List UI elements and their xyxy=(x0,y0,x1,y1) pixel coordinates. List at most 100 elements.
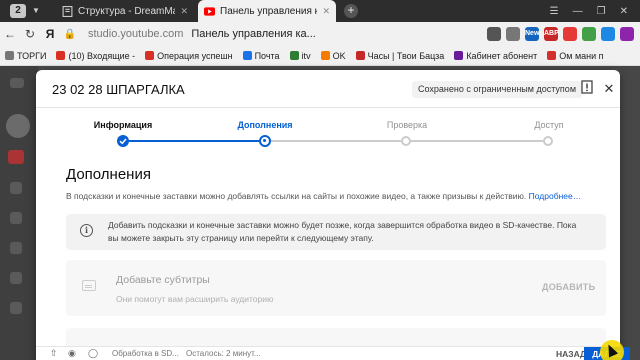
subtitles-card: Добавьте субтитры Они помогут вам расшир… xyxy=(66,260,606,316)
upload-stepper: Информация Дополнения Проверка Доступ xyxy=(36,108,620,150)
tab-title: Структура - DreamMatrix xyxy=(78,5,175,17)
bookmark-favicon-icon xyxy=(355,51,365,60)
tab-counter-badge[interactable]: 2 xyxy=(10,4,26,18)
back-button[interactable]: НАЗАД xyxy=(556,349,586,359)
bookmark-favicon-icon xyxy=(5,51,14,60)
document-icon xyxy=(62,5,73,17)
extension-icon[interactable]: ABP xyxy=(544,27,559,41)
add-subtitles-button[interactable]: ДОБАВИТЬ xyxy=(542,282,595,292)
browser-tab-studio[interactable]: Панель управления ка ✕ xyxy=(198,0,336,22)
bookmark-favicon-icon xyxy=(454,51,464,60)
bookmark-item[interactable]: OK xyxy=(316,51,351,61)
extension-icon[interactable] xyxy=(563,27,577,41)
bookmark-favicon-icon xyxy=(547,51,557,60)
bookmark-manager-icon[interactable]: ☰ xyxy=(550,6,559,17)
bookmark-favicon-icon xyxy=(320,51,330,60)
browser-tab-structure[interactable]: Структура - DreamMatrix ✕ xyxy=(56,0,194,22)
maximize-icon[interactable]: ❐ xyxy=(597,6,606,17)
step-label-extras[interactable]: Дополнения xyxy=(215,120,315,130)
step-line-done xyxy=(123,140,265,142)
bookmark-favicon-icon xyxy=(145,51,155,60)
bookmark-label: Кабинет абонент xyxy=(466,50,538,61)
step-done-check-icon[interactable] xyxy=(117,135,129,147)
lock-icon[interactable]: 🔒 xyxy=(60,29,80,40)
sidebar-item xyxy=(10,302,22,314)
step-label-info[interactable]: Информация xyxy=(73,120,173,130)
learn-more-link[interactable]: Подробнее… xyxy=(529,191,582,201)
dialog-title: 23 02 28 ШПАРГАЛКА xyxy=(52,82,185,97)
sidebar-item-dashboard xyxy=(8,150,24,164)
extensions-row: New ABP xyxy=(487,27,640,41)
extras-section: Дополнения В подсказки и конечные застав… xyxy=(66,166,606,201)
flag-icon xyxy=(581,80,593,94)
browser-tab-bar: 2 ▼ Структура - DreamMatrix ✕ Панель упр… xyxy=(0,0,640,22)
time-remaining: Осталось: 2 минут... xyxy=(186,349,261,358)
reload-icon[interactable]: ↻ xyxy=(20,27,40,41)
youtube-icon xyxy=(204,6,215,16)
back-arrow-icon[interactable]: ← xyxy=(0,27,20,41)
bookmark-item[interactable]: (10) Входящие - xyxy=(51,51,140,61)
bookmark-label: OK xyxy=(332,50,346,61)
bookmark-item[interactable]: Ом мани п xyxy=(542,51,608,61)
step-todo-dot[interactable] xyxy=(543,136,553,146)
bookmark-label: Ом мани п xyxy=(559,50,604,61)
subtitles-card-title: Добавьте субтитры xyxy=(116,274,210,286)
yandex-logo-icon[interactable]: Я xyxy=(40,27,60,41)
extension-icon[interactable] xyxy=(601,27,615,41)
sidebar-item xyxy=(10,212,22,224)
report-issue-icon[interactable] xyxy=(578,80,596,98)
close-dialog-icon[interactable]: ✕ xyxy=(600,80,618,98)
bookmark-item[interactable]: Почта xyxy=(238,51,285,61)
channel-avatar xyxy=(6,114,30,138)
extension-icon[interactable] xyxy=(620,27,634,41)
dialog-footer: ⇧ ◉ ◯ Обработка в SD... Осталось: 2 мину… xyxy=(36,346,630,360)
close-window-icon[interactable]: ✕ xyxy=(620,6,628,17)
url-page-title[interactable]: Панель управления ка... xyxy=(191,28,315,40)
new-tab-button[interactable]: + xyxy=(344,4,358,18)
subtitles-icon xyxy=(82,280,96,291)
bookmark-item[interactable]: Операция успешн xyxy=(140,51,237,61)
section-description-text: В подсказки и конечные заставки можно до… xyxy=(66,191,527,201)
section-title: Дополнения xyxy=(66,166,151,183)
extension-icon[interactable]: New xyxy=(525,27,539,41)
bookmark-item[interactable]: Часы | Твои Бацза xyxy=(351,51,450,61)
bookmark-label: Операция успешн xyxy=(157,50,233,61)
dialog-header: 23 02 28 ШПАРГАЛКА Сохранено с ограничен… xyxy=(36,70,620,108)
sidebar-menu-icon xyxy=(10,78,24,88)
sidebar-item xyxy=(10,272,22,284)
window-controls: ☰ — ❐ ✕ xyxy=(550,6,640,17)
browser-nav-bar: ← ↻ Я 🔒 studio.youtube.com Панель управл… xyxy=(0,22,640,46)
hd-status-icon: ◉ xyxy=(68,348,76,358)
bookmark-label: Почта xyxy=(254,50,280,61)
studio-right-edge xyxy=(620,66,640,360)
url-host[interactable]: studio.youtube.com xyxy=(88,28,183,40)
section-description: В подсказки и конечные заставки можно до… xyxy=(66,191,606,201)
bookmark-item[interactable]: ТОРГИ xyxy=(0,51,51,61)
bookmark-label: (10) Входящие - xyxy=(68,50,136,61)
bookmark-item[interactable]: Кабинет абонент xyxy=(449,51,542,61)
processing-status: Обработка в SD... xyxy=(112,349,179,358)
saved-status-badge: Сохранено с ограниченным доступом xyxy=(412,81,583,98)
bookmark-favicon-icon xyxy=(289,51,299,60)
close-tab-icon[interactable]: ✕ xyxy=(322,6,330,17)
minimize-icon[interactable]: — xyxy=(573,6,583,17)
chevron-down-icon[interactable]: ▼ xyxy=(30,4,42,18)
extension-icon[interactable] xyxy=(582,27,596,41)
bookmark-label: ТОРГИ xyxy=(17,50,47,61)
extension-icon[interactable] xyxy=(506,27,520,41)
upload-dialog: 23 02 28 ШПАРГАЛКА Сохранено с ограничен… xyxy=(36,70,620,360)
checks-status-icon: ◯ xyxy=(88,348,99,358)
bookmark-item[interactable]: itv xyxy=(285,51,316,61)
step-current-dot[interactable] xyxy=(259,135,271,147)
step-label-checks[interactable]: Проверка xyxy=(357,120,457,130)
extension-icon[interactable] xyxy=(487,27,501,41)
sidebar-item xyxy=(10,242,22,254)
sidebar-item xyxy=(10,182,22,194)
tab-title: Панель управления ка xyxy=(220,5,318,17)
step-todo-dot[interactable] xyxy=(401,136,411,146)
step-label-visibility[interactable]: Доступ xyxy=(499,120,599,130)
close-tab-icon[interactable]: ✕ xyxy=(180,6,188,17)
step-current-inner-dot xyxy=(263,139,266,142)
info-icon: i xyxy=(80,224,93,237)
info-notice: i Добавить подсказки и конечные заставки… xyxy=(66,214,606,250)
